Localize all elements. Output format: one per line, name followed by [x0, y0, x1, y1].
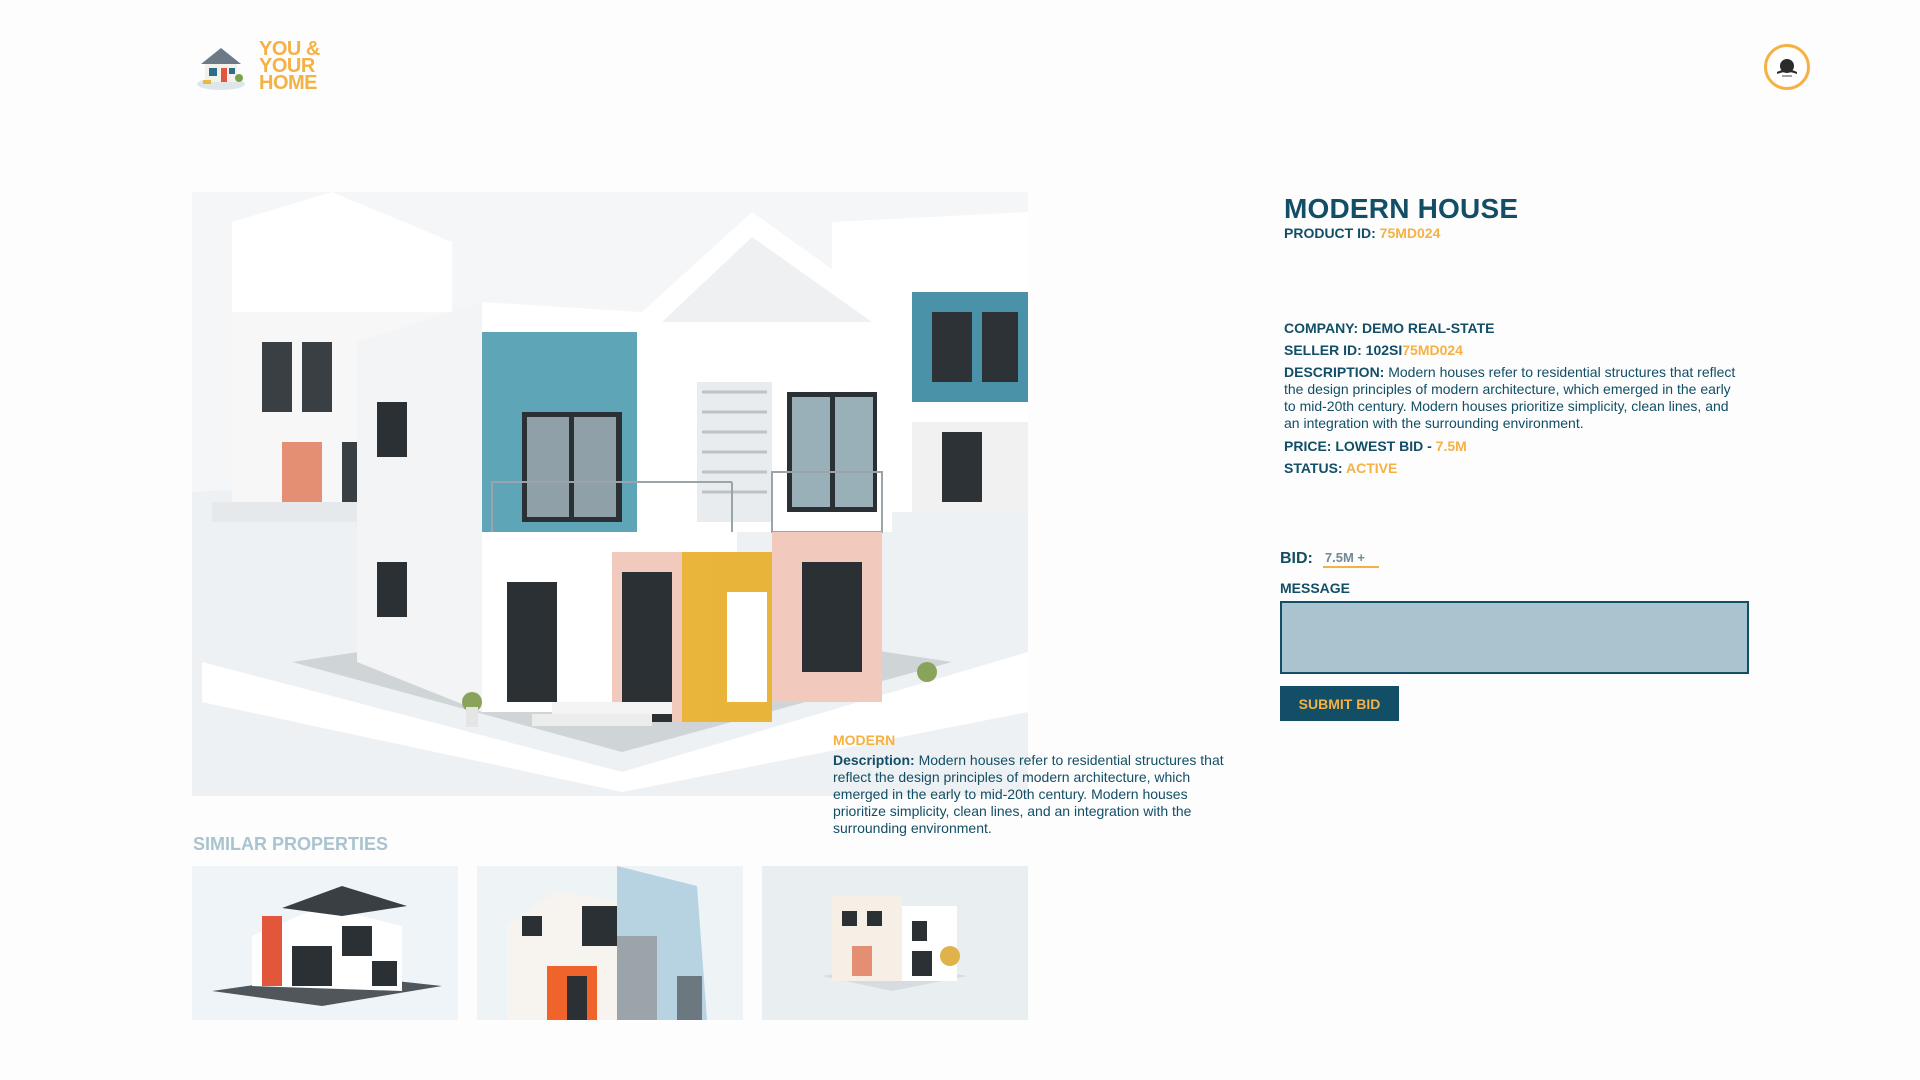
house-thumbnail-icon — [192, 866, 458, 1020]
similar-property-card-1[interactable] — [192, 866, 458, 1020]
logo-line-3: HOME — [259, 71, 318, 94]
seller-id-row: SELLER ID: 102SI75MD024 — [1284, 342, 1744, 359]
bid-label: BID: — [1280, 550, 1313, 567]
user-avatar-icon — [1771, 51, 1803, 83]
submit-bid-button[interactable]: SUBMIT BID — [1280, 686, 1399, 721]
bid-row: BID: — [1280, 550, 1379, 568]
seller-id-prefix: 102SI — [1365, 342, 1403, 358]
property-main-image — [192, 192, 1028, 796]
price-value: 7.5M — [1435, 438, 1467, 454]
bid-amount-input[interactable] — [1322, 550, 1379, 568]
similar-properties-list — [192, 866, 1028, 1020]
product-id-row: PRODUCT ID: 75MD024 — [1284, 225, 1744, 242]
property-style-tag: MODERN — [833, 732, 896, 748]
company-label: COMPANY: — [1284, 320, 1359, 336]
description-label: DESCRIPTION: — [1284, 364, 1385, 380]
page: YOU & YOUR HOME MODERN Description: Mode… — [0, 0, 1920, 1080]
message-label: MESSAGE — [1280, 580, 1351, 596]
similar-property-card-3[interactable] — [762, 866, 1028, 1020]
house-thumbnail-icon — [762, 866, 1028, 1020]
house-logo-icon — [197, 48, 245, 90]
description-row: DESCRIPTION: Modern houses refer to resi… — [1284, 364, 1744, 432]
price-row: PRICE: LOWEST BID - 7.5M — [1284, 438, 1744, 455]
status-label: STATUS: — [1284, 460, 1343, 476]
status-badge: ACTIVE — [1345, 460, 1398, 476]
similar-property-card-2[interactable] — [477, 866, 743, 1020]
seller-id-label: SELLER ID: — [1284, 342, 1362, 358]
seller-id-suffix: 75MD024 — [1402, 342, 1463, 358]
product-details: MODERN HOUSE PRODUCT ID: 75MD024 COMPANY… — [1284, 193, 1744, 477]
company-row: COMPANY: DEMO REAL-STATE — [1284, 320, 1744, 337]
modern-house-illustration — [192, 192, 1028, 796]
product-id-value: 75MD024 — [1379, 225, 1441, 241]
message-textarea[interactable] — [1280, 601, 1749, 674]
hero-description: Description: Modern houses refer to resi… — [833, 752, 1233, 837]
product-title: MODERN HOUSE — [1284, 193, 1519, 224]
house-thumbnail-icon — [477, 866, 743, 1020]
price-label: PRICE: LOWEST BID - — [1284, 438, 1432, 454]
status-row: STATUS: ACTIVE — [1284, 460, 1744, 477]
company-value: DEMO REAL-STATE — [1362, 320, 1495, 336]
similar-properties-title: SIMILAR PROPERTIES — [193, 834, 389, 854]
user-avatar-button[interactable] — [1764, 44, 1810, 90]
hero-description-label: Description: — [833, 752, 915, 768]
product-id-label: PRODUCT ID: — [1284, 225, 1376, 241]
logo-text: YOU & YOUR HOME — [259, 39, 329, 94]
brand-logo[interactable]: YOU & YOUR HOME — [193, 38, 329, 94]
